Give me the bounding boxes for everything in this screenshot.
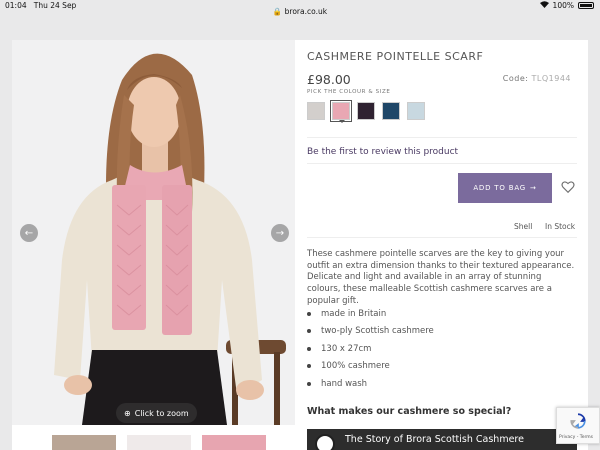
feature-text: made in Britain <box>321 308 387 319</box>
code-label: Code: <box>502 74 529 83</box>
review-link[interactable]: Be the first to review this product <box>307 147 458 157</box>
recaptcha-badge[interactable]: Privacy - Terms <box>556 407 600 444</box>
thumbnail[interactable] <box>202 435 266 450</box>
colour-swatch-1[interactable] <box>307 102 325 120</box>
status-indicators: 100% <box>539 1 594 10</box>
colour-swatch-4[interactable] <box>382 102 400 120</box>
video-title: The Story of Brora Scottish Cashmere <box>345 434 524 445</box>
colour-swatch-5[interactable] <box>407 102 425 120</box>
cashmere-subheading: What makes our cashmere so special? <box>307 406 512 417</box>
recaptcha-links[interactable]: Privacy - Terms <box>559 435 593 440</box>
code-value: TLQ1944 <box>531 74 571 83</box>
brora-logo <box>315 434 335 450</box>
product-code: Code: TLQ1944 <box>503 74 571 83</box>
model-illustration <box>12 40 295 425</box>
feature-item: 130 x 27cm <box>307 340 434 358</box>
address-bar[interactable]: 🔒 brora.co.uk <box>0 7 600 16</box>
recaptcha-icon <box>570 413 586 429</box>
zoom-label: Click to zoom <box>134 408 189 418</box>
feature-item: hand wash <box>307 375 434 393</box>
next-image-button[interactable]: → <box>271 224 289 242</box>
wishlist-heart-icon[interactable] <box>561 179 575 194</box>
product-title: CASHMERE POINTELLE SCARF <box>307 50 484 63</box>
pick-colour-label: PICK THE COLOUR & SIZE <box>307 89 391 95</box>
feature-item: two-ply Scottish cashmere <box>307 323 434 341</box>
click-to-zoom-button[interactable]: ⊕ Click to zoom <box>116 403 197 423</box>
bullet-icon <box>307 311 311 316</box>
add-to-bag-label: ADD TO BAG <box>473 184 527 192</box>
arrow-right-icon: → <box>275 227 285 239</box>
product-card: ← → ⊕ Click to zoom CASHMERE POINTELLE S… <box>12 40 588 450</box>
colour-swatch-2[interactable] <box>330 100 352 123</box>
battery-icon <box>578 2 594 9</box>
bullet-icon <box>307 346 311 351</box>
wifi-icon <box>539 1 549 10</box>
feature-text: two-ply Scottish cashmere <box>321 326 434 337</box>
thumbnail[interactable] <box>52 435 116 450</box>
arrow-right-icon: → <box>530 184 537 192</box>
video-embed[interactable]: The Story of Brora Scottish Cashmere <box>307 429 577 450</box>
bullet-icon <box>307 329 311 334</box>
divider <box>307 137 577 138</box>
product-price: £98.00 <box>307 72 351 87</box>
divider <box>307 237 577 238</box>
feature-text: 100% cashmere <box>321 361 390 372</box>
status-bar: 01:04 Thu 24 Sep 🔒 brora.co.uk 100% <box>0 0 600 16</box>
zoom-icon: ⊕ <box>124 408 131 418</box>
lock-icon: 🔒 <box>272 7 283 16</box>
feature-item: 100% cashmere <box>307 358 434 376</box>
feature-text: 130 x 27cm <box>321 343 372 354</box>
arrow-left-icon: ← <box>24 227 34 239</box>
bullet-icon <box>307 381 311 386</box>
battery-percent: 100% <box>552 1 574 10</box>
colour-swatches <box>307 100 425 123</box>
divider <box>307 163 577 164</box>
stock-status: In Stock <box>545 222 576 231</box>
thumbnail-strip <box>52 435 266 450</box>
product-image[interactable]: ← → ⊕ Click to zoom <box>12 40 295 425</box>
feature-item: made in Britain <box>307 305 434 323</box>
previous-image-button[interactable]: ← <box>20 224 38 242</box>
feature-list: made in Britain two-ply Scottish cashmere… <box>307 305 434 393</box>
product-description: These cashmere pointelle scarves are the… <box>307 249 575 306</box>
feature-text: hand wash <box>321 378 368 389</box>
bullet-icon <box>307 364 311 369</box>
address-url: brora.co.uk <box>284 7 328 16</box>
add-to-bag-button[interactable]: ADD TO BAG → <box>458 173 552 203</box>
colour-swatch-3[interactable] <box>357 102 375 120</box>
thumbnail[interactable] <box>127 435 191 450</box>
product-details: CASHMERE POINTELLE SCARF £98.00 Code: TL… <box>307 40 577 450</box>
shade-name: Shell <box>514 222 533 231</box>
